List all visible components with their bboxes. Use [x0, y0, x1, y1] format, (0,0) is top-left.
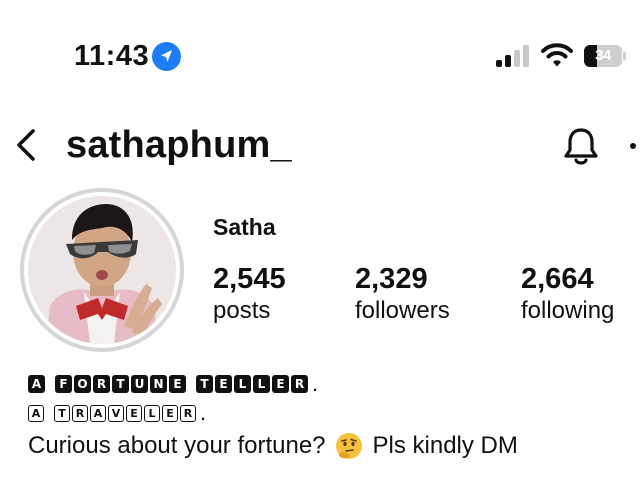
bio-period: . [200, 400, 207, 425]
bell-icon[interactable] [562, 125, 600, 167]
display-name: Satha [213, 214, 276, 240]
bio-letter-tile: L [144, 404, 160, 422]
cellular-signal-icon [496, 45, 532, 67]
bio-line-3: Curious about your fortune? Pls kindly D… [28, 431, 518, 461]
bio-letter-tile: L [253, 375, 270, 393]
bio-letter-tile: U [131, 375, 148, 393]
posts-count[interactable]: 2,545 [213, 262, 286, 296]
bio-letter-tile: R [93, 375, 110, 393]
bio-letter-tile: R [180, 404, 196, 422]
bio-letter-tile: O [74, 375, 91, 393]
status-time: 11:43 [74, 40, 150, 72]
thinking-face-emoji [335, 432, 363, 460]
bio-letter-tile: E [272, 375, 289, 393]
bio-line-3-dm: Pls kindly DM [372, 432, 518, 459]
bio-letter-tile: T [54, 404, 70, 422]
bio-letter-tile: E [126, 404, 142, 422]
bio-letter-tile: E [215, 375, 232, 393]
bio-letter-tile: E [169, 375, 186, 393]
following-count[interactable]: 2,664 [521, 262, 594, 296]
bio-line-3-text: Curious about your fortune? [28, 432, 326, 459]
more-icon[interactable] [630, 143, 636, 149]
wifi-icon [541, 42, 573, 68]
bio-letter-tile: L [234, 375, 251, 393]
battery-icon: 34 [584, 45, 626, 67]
bio-letter-tile: T [112, 375, 129, 393]
bio-letter-tile: F [55, 375, 72, 393]
bio-line-1-text: AFORTUNETELLER. [28, 371, 319, 396]
bio-letter-tile: A [28, 375, 45, 393]
profile-username: sathaphum_ [66, 124, 292, 166]
bio-letter-tile: N [150, 375, 167, 393]
bio-letter-tile: T [196, 375, 213, 393]
bio-letter-tile: V [108, 404, 124, 422]
bio-period: . [312, 371, 319, 396]
bio-line-2: ATRAVELER. [28, 400, 207, 425]
bio-letter-tile: E [162, 404, 178, 422]
bio-letter-tile: A [28, 404, 44, 422]
followers-count[interactable]: 2,329 [355, 262, 428, 296]
bio-letter-tile: R [291, 375, 308, 393]
bio-line-1: AFORTUNETELLER. [28, 371, 319, 396]
bio-letter-tile: R [72, 404, 88, 422]
avatar[interactable] [28, 196, 176, 344]
followers-label[interactable]: followers [355, 296, 450, 326]
location-arrow-icon [152, 42, 181, 71]
following-label[interactable]: following [521, 296, 614, 326]
posts-label[interactable]: posts [213, 296, 270, 326]
back-chevron-icon[interactable] [12, 127, 40, 163]
battery-level: 34 [595, 47, 611, 64]
bio-line-2-text: ATRAVELER. [28, 400, 207, 425]
bio-letter-tile: A [90, 404, 106, 422]
